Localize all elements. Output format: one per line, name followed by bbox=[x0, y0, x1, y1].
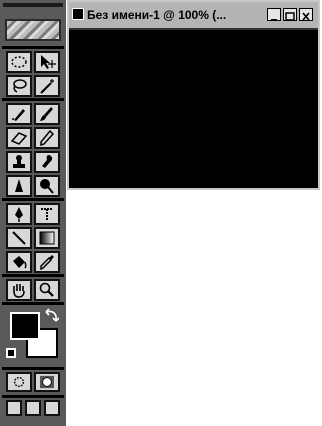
lasso-tool[interactable] bbox=[6, 75, 32, 97]
marquee-tool[interactable] bbox=[6, 51, 32, 73]
full-screen-mode-button[interactable] bbox=[44, 400, 60, 416]
gradient-icon bbox=[39, 231, 55, 245]
dodge-tool[interactable] bbox=[34, 175, 60, 197]
close-button[interactable] bbox=[299, 8, 313, 21]
rubber-stamp-tool[interactable] bbox=[6, 151, 32, 173]
close-icon bbox=[302, 12, 310, 21]
toolbox-separator bbox=[2, 98, 64, 101]
standard-mode-button[interactable] bbox=[6, 372, 32, 392]
paint-bucket-icon bbox=[13, 256, 27, 269]
airbrush-icon bbox=[12, 109, 25, 121]
type-icon bbox=[41, 208, 53, 220]
airbrush-tool[interactable] bbox=[6, 103, 32, 125]
standard-screen-mode-button[interactable] bbox=[6, 400, 22, 416]
hand-icon bbox=[13, 284, 25, 298]
pencil-tool[interactable] bbox=[34, 127, 60, 149]
pen-tool[interactable] bbox=[6, 203, 32, 225]
document-titlebar[interactable]: Без имени-1 @ 100% (... bbox=[69, 2, 318, 30]
stamp-icon bbox=[13, 155, 25, 168]
document-canvas[interactable] bbox=[69, 30, 318, 188]
minimize-icon bbox=[271, 19, 277, 21]
minimize-button[interactable] bbox=[267, 8, 281, 21]
lasso-icon bbox=[13, 79, 27, 93]
toolbox-separator bbox=[2, 302, 64, 305]
magic-wand-tool[interactable] bbox=[34, 75, 60, 97]
default-colors-icon[interactable] bbox=[6, 348, 16, 358]
full-screen-menu-mode-button[interactable] bbox=[25, 400, 41, 416]
toolbox-separator bbox=[2, 367, 64, 370]
document-icon bbox=[72, 8, 84, 20]
toolbox-panel bbox=[0, 0, 66, 426]
toolbox-separator bbox=[2, 198, 64, 201]
dodge-icon bbox=[40, 179, 54, 194]
eyedropper-icon bbox=[40, 255, 54, 270]
zoom-icon bbox=[39, 282, 54, 297]
foreground-color-swatch[interactable] bbox=[10, 312, 40, 340]
toolbox-gripper[interactable] bbox=[3, 3, 63, 7]
line-icon bbox=[12, 231, 26, 245]
move-tool[interactable] bbox=[34, 51, 60, 73]
hand-tool[interactable] bbox=[6, 279, 32, 301]
maximize-button[interactable] bbox=[283, 8, 297, 21]
eyedropper-tool[interactable] bbox=[34, 251, 60, 273]
eraser-icon bbox=[10, 132, 28, 145]
line-tool[interactable] bbox=[6, 227, 32, 249]
paint-bucket-tool[interactable] bbox=[6, 251, 32, 273]
document-title: Без имени-1 @ 100% (... bbox=[87, 8, 227, 22]
pencil-icon bbox=[40, 130, 55, 146]
paintbrush-icon bbox=[40, 107, 53, 121]
quick-mask-icon bbox=[40, 375, 54, 389]
standard-mode-icon bbox=[13, 376, 25, 388]
pen-icon bbox=[15, 207, 23, 222]
gradient-tool[interactable] bbox=[34, 227, 60, 249]
maximize-icon bbox=[285, 12, 295, 21]
eraser-tool[interactable] bbox=[6, 127, 32, 149]
toolbox-separator bbox=[2, 274, 64, 277]
quick-mask-mode-button[interactable] bbox=[34, 372, 60, 392]
zoom-tool[interactable] bbox=[34, 279, 60, 301]
marquee-icon bbox=[11, 56, 27, 68]
toolbox-separator bbox=[2, 46, 64, 49]
paintbrush-tool[interactable] bbox=[34, 103, 60, 125]
move-icon bbox=[41, 55, 56, 69]
smudge-icon bbox=[42, 155, 53, 168]
smudge-tool[interactable] bbox=[34, 151, 60, 173]
toolbox-separator bbox=[2, 395, 64, 398]
magic-wand-icon bbox=[40, 79, 54, 94]
toolbox-logo bbox=[5, 19, 61, 41]
type-tool[interactable] bbox=[34, 203, 60, 225]
blur-icon bbox=[15, 179, 23, 192]
color-swatches bbox=[4, 306, 62, 364]
blur-tool[interactable] bbox=[6, 175, 32, 197]
swap-colors-icon[interactable] bbox=[45, 308, 59, 322]
document-window: Без имени-1 @ 100% (... bbox=[67, 0, 320, 190]
